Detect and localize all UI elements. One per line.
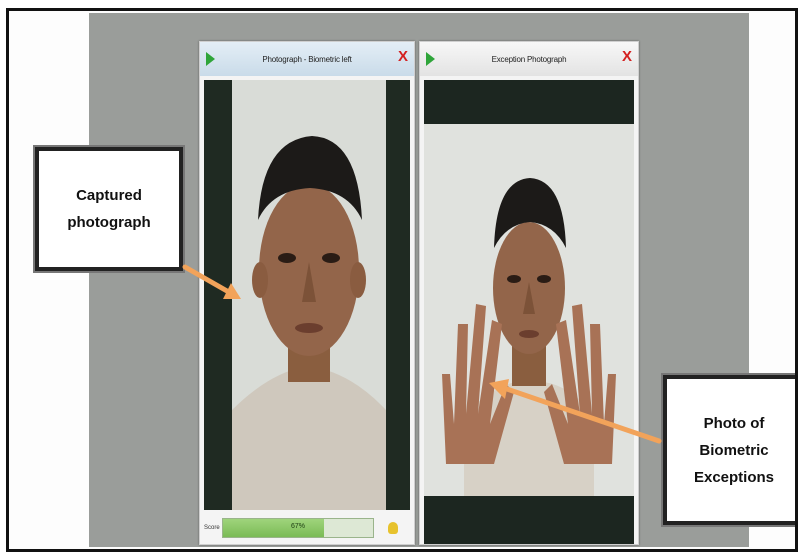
captured-photograph-callout: Captured photograph [35, 147, 183, 271]
exception-photo [424, 124, 634, 496]
captured-photo [232, 80, 386, 510]
play-icon[interactable] [426, 52, 435, 66]
biometric-exceptions-label: Photo of Biometric Exceptions [693, 414, 775, 486]
photograph-window-title: Photograph - Biometric left [262, 54, 352, 64]
exception-window-title: Exception Photograph [491, 54, 567, 64]
close-icon[interactable]: X [622, 49, 632, 64]
exception-photograph-window: Exception Photograph X [419, 41, 639, 545]
play-icon[interactable] [206, 52, 215, 66]
score-label: Score [204, 525, 220, 531]
score-row: Score 67% [204, 516, 410, 540]
exception-photo-viewport [424, 80, 634, 544]
photograph-window: Photograph - Biometric left X Score 67% [199, 41, 415, 545]
close-icon[interactable]: X [398, 49, 408, 64]
score-bar: 67% [222, 518, 374, 538]
exception-photo-image [424, 124, 634, 496]
captured-photograph-label: Captured photograph [67, 187, 151, 231]
photograph-window-titlebar: Photograph - Biometric left X [200, 42, 414, 76]
photo-viewport [204, 80, 410, 510]
figure-frame: Photograph - Biometric left X Score 67% … [6, 8, 798, 552]
thumb-icon [388, 522, 398, 534]
captured-photo-image [232, 80, 386, 510]
biometric-exceptions-callout: Photo of Biometric Exceptions [663, 375, 795, 525]
exception-window-titlebar: Exception Photograph X [420, 42, 638, 76]
score-value: 67% [290, 523, 305, 530]
